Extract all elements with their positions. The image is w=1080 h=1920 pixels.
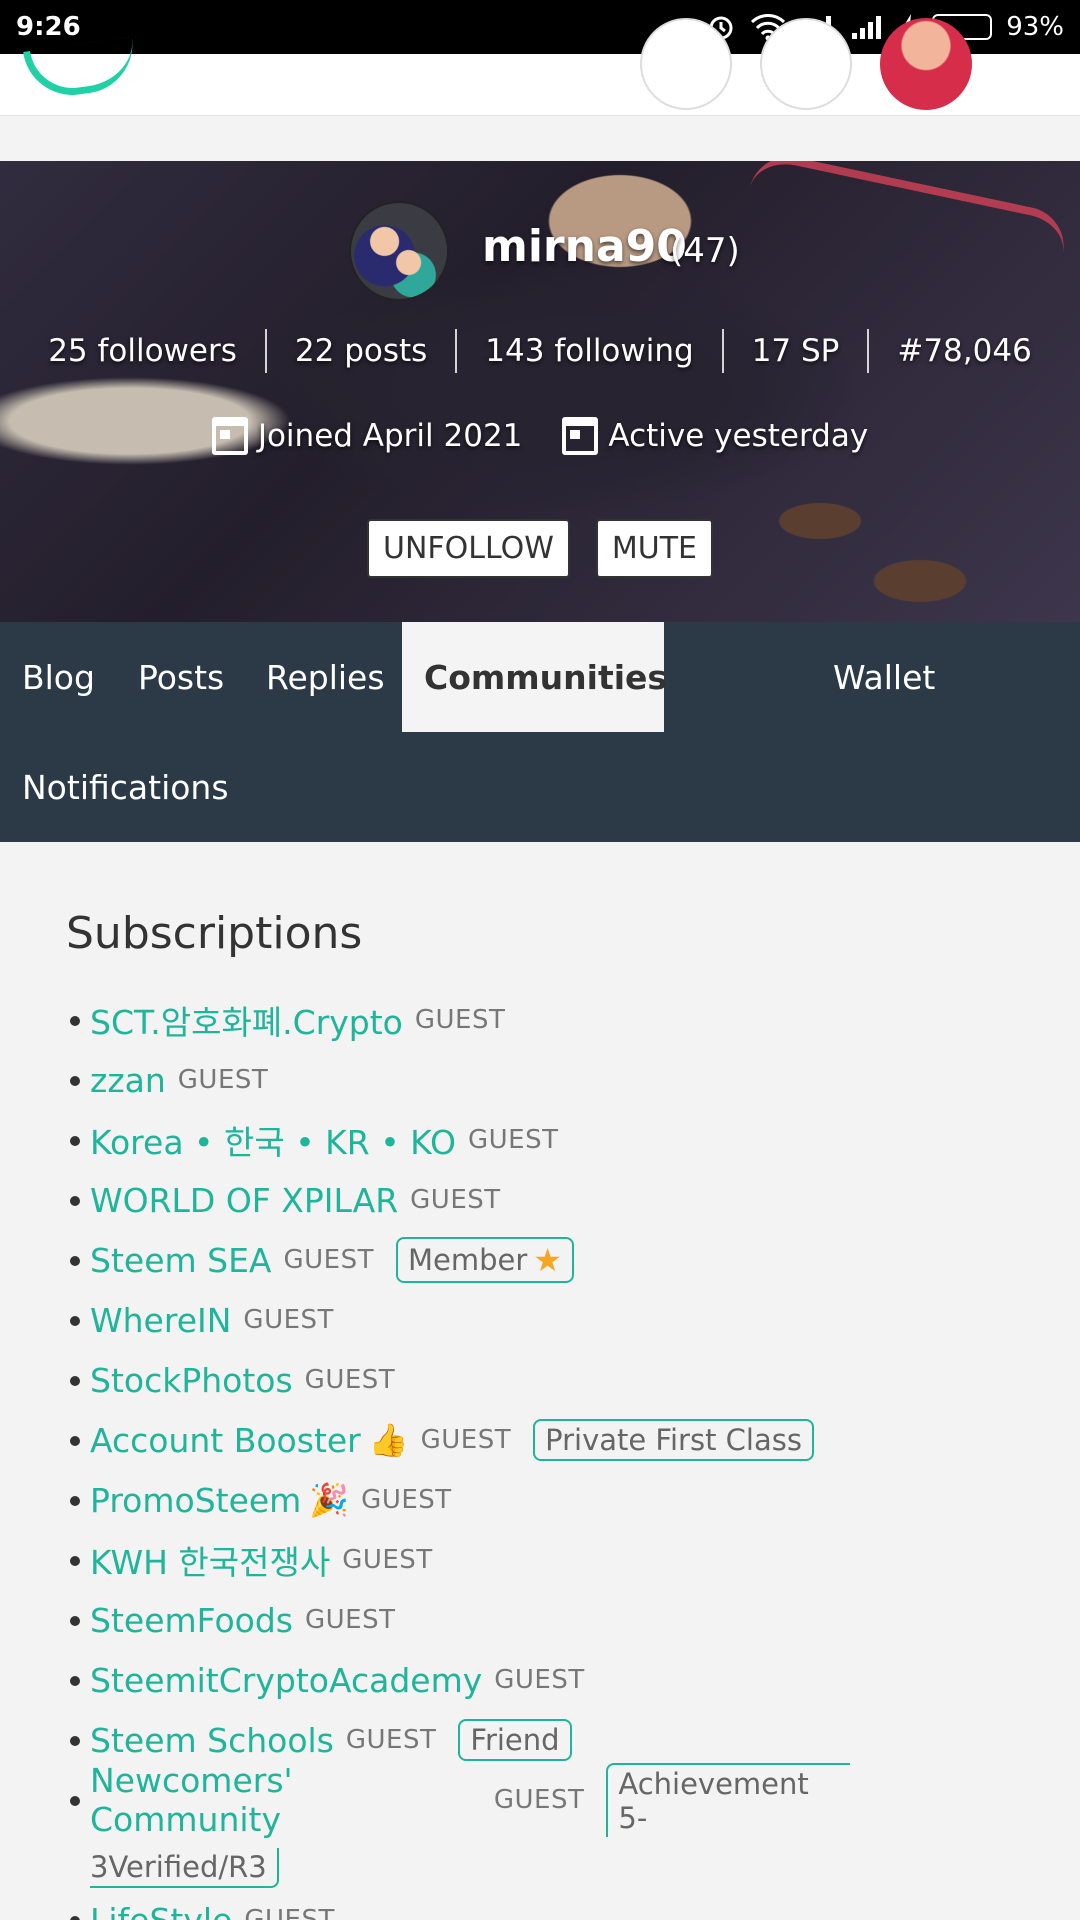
subscriptions-list: SCT.암호화폐.Crypto GUEST zzan GUEST Korea •…	[70, 990, 1010, 1920]
list-item: Steem SEA GUEST Member ★	[70, 1230, 1010, 1290]
list-item: WORLD OF XPILAR GUEST	[70, 1170, 1010, 1230]
community-link[interactable]: Korea • 한국 • KR • KO	[90, 1116, 456, 1164]
user-avatar[interactable]	[880, 18, 972, 110]
steem-power: 17 SP	[751, 333, 840, 369]
community-link[interactable]: zzan	[90, 1061, 166, 1100]
title-badge-continued: 3Verified/R3	[90, 1848, 279, 1888]
profile-reputation: (47)	[670, 231, 740, 271]
community-link[interactable]: PromoSteem	[90, 1481, 301, 1520]
role-label: GUEST	[283, 1245, 374, 1275]
star-icon: ★	[533, 1241, 562, 1279]
role-label: GUEST	[304, 1605, 396, 1635]
calendar-icon	[562, 417, 599, 455]
community-link[interactable]: WORLD OF XPILAR	[90, 1181, 398, 1220]
member-badge: Member ★	[396, 1237, 574, 1283]
tab-wallet[interactable]: Wallet	[811, 622, 957, 732]
community-link[interactable]: Steem Schools	[90, 1721, 334, 1760]
role-label: GUEST	[493, 1785, 585, 1815]
role-label: GUEST	[410, 1185, 501, 1215]
joined-text: Joined April 2021	[257, 418, 523, 454]
list-item: PromoSteem 🎉 GUEST	[70, 1470, 1010, 1530]
following-count[interactable]: 143 following	[457, 333, 721, 369]
signal-icon-2	[850, 13, 886, 41]
profile-tabs: Blog Posts Replies Communities Wallet No…	[0, 622, 1080, 842]
role-label: GUEST	[177, 1065, 269, 1095]
list-item: KWH 한국전쟁사 GUEST	[70, 1530, 1010, 1590]
list-item: StockPhotos GUEST	[70, 1350, 1010, 1410]
subscriptions-heading: Subscriptions	[66, 908, 363, 959]
posts-count: 22 posts	[294, 333, 428, 369]
community-link[interactable]: SteemFoods	[90, 1601, 293, 1640]
unfollow-button[interactable]: UNFOLLOW	[366, 519, 570, 578]
list-item: WhereIN GUEST	[70, 1290, 1010, 1350]
tab-posts[interactable]: Posts	[116, 622, 246, 732]
pencil-icon[interactable]	[760, 18, 852, 110]
profile-actions: UNFOLLOW MUTE	[0, 519, 1080, 578]
profile-dates: Joined April 2021 Active yesterday	[0, 411, 1080, 461]
mute-button[interactable]: MUTE	[595, 519, 714, 578]
thumbs-up-icon: 👍	[368, 1421, 409, 1459]
role-label: GUEST	[243, 1305, 334, 1335]
list-item: zzan GUEST	[70, 1050, 1010, 1110]
list-item: Account Booster 👍 GUEST Private First Cl…	[70, 1410, 1010, 1470]
profile-stats: 25 followers 22 posts 143 following 17 S…	[0, 326, 1080, 376]
rank: #78,046	[897, 333, 1032, 369]
tab-communities[interactable]: Communities	[402, 622, 667, 732]
title-badge: Friend	[458, 1719, 572, 1761]
active-text: Active yesterday	[608, 418, 869, 454]
battery-percent: 93%	[1006, 12, 1064, 42]
role-label: GUEST	[244, 1905, 335, 1920]
role-label: GUEST	[468, 1125, 559, 1155]
role-label: GUEST	[345, 1725, 437, 1755]
community-link[interactable]: SCT.암호화폐.Crypto	[90, 996, 403, 1044]
tab-blog[interactable]: Blog	[0, 622, 117, 732]
list-item: LifeStyle GUEST	[70, 1890, 1010, 1920]
title-badge: Private First Class	[533, 1419, 814, 1461]
role-label: GUEST	[342, 1545, 433, 1575]
community-link[interactable]: WhereIN	[90, 1301, 231, 1340]
status-icons: ... 93%	[667, 12, 1064, 42]
party-popper-icon: 🎉	[309, 1481, 350, 1519]
community-link[interactable]: Account Booster	[90, 1421, 361, 1460]
calendar-icon	[211, 417, 248, 455]
community-link[interactable]: Newcomers' Community	[90, 1761, 482, 1839]
status-time: 9:26	[16, 12, 81, 42]
badge-label: Member	[408, 1243, 528, 1277]
title-badge: Achievement 5-	[606, 1763, 850, 1837]
list-item: SteemFoods GUEST	[70, 1590, 1010, 1650]
joined-date: Joined April 2021	[211, 417, 523, 455]
list-item: Newcomers' Community GUEST Achievement 5…	[70, 1761, 850, 1890]
search-icon[interactable]	[640, 18, 732, 110]
community-link[interactable]: StockPhotos	[90, 1361, 293, 1400]
role-label: GUEST	[494, 1665, 585, 1695]
community-link[interactable]: KWH 한국전쟁사	[90, 1536, 330, 1584]
community-link[interactable]: Steem SEA	[90, 1241, 272, 1280]
followers-count[interactable]: 25 followers	[20, 333, 265, 369]
profile-avatar	[349, 201, 449, 301]
tab-notifications[interactable]: Notifications	[0, 732, 251, 842]
profile-banner: mirna90 (47) 25 followers 22 posts 143 f…	[0, 161, 1080, 622]
community-link[interactable]: SteemitCryptoAcademy	[90, 1661, 482, 1700]
profile-username: mirna90	[482, 221, 687, 272]
role-label: GUEST	[420, 1425, 512, 1455]
list-item: SCT.암호화폐.Crypto GUEST	[70, 990, 1010, 1050]
site-header	[0, 18, 1080, 116]
role-label: GUEST	[361, 1485, 452, 1515]
active-date: Active yesterday	[562, 417, 868, 455]
list-item: SteemitCryptoAcademy GUEST	[70, 1650, 1010, 1710]
role-label: GUEST	[414, 1005, 506, 1035]
tab-replies[interactable]: Replies	[244, 622, 407, 732]
role-label: GUEST	[304, 1365, 396, 1395]
list-item: Korea • 한국 • KR • KO GUEST	[70, 1110, 1010, 1170]
community-link[interactable]: LifeStyle	[90, 1901, 232, 1920]
